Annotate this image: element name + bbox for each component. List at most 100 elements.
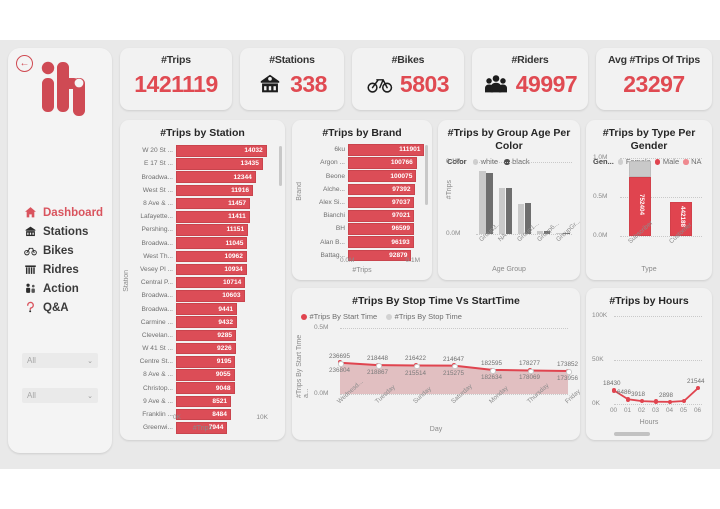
- bar-row[interactable]: West St ... 11916: [131, 184, 274, 197]
- bar-row[interactable]: Broadwa... 12344: [131, 171, 274, 183]
- kpi-card-trips[interactable]: #Trips 1421119: [120, 48, 232, 110]
- bar[interactable]: 9055: [176, 369, 235, 381]
- data-point[interactable]: [625, 396, 631, 402]
- bar[interactable]: 13435: [176, 158, 263, 170]
- sidebar-item-action[interactable]: Action: [8, 279, 112, 298]
- horizontal-scrollbar[interactable]: [614, 432, 650, 436]
- bar[interactable]: 97021: [348, 209, 415, 222]
- data-point[interactable]: [414, 363, 420, 370]
- bar[interactable]: [505, 188, 512, 234]
- bar[interactable]: 8521: [176, 395, 232, 408]
- vertical-scrollbar[interactable]: [278, 146, 282, 186]
- bar-row[interactable]: E 17 St ... 13435: [131, 158, 274, 170]
- bar[interactable]: [498, 188, 505, 234]
- bar[interactable]: 9441: [176, 303, 238, 315]
- bar-row[interactable]: Carmine ... 9432: [131, 316, 274, 329]
- bar-segment[interactable]: [629, 160, 651, 178]
- sidebar-item-ridres[interactable]: Ridres: [8, 260, 112, 279]
- legend-item-stop-time[interactable]: #Trips By Stop Time: [386, 312, 462, 321]
- bar-row[interactable]: Broadwa... 9441: [131, 303, 274, 315]
- gridline: [476, 162, 572, 163]
- bar-row[interactable]: W 41 St ... 9226: [131, 342, 274, 355]
- bar-row[interactable]: Christop... 9048: [131, 382, 274, 394]
- bar-row[interactable]: 8 Ave & ... 11457: [131, 197, 274, 210]
- slicer-1[interactable]: All ⌄: [22, 353, 98, 368]
- chart-trips-by-hours[interactable]: #Trips by Hours 0K 50K 100K 18430 6486 3918 28…: [586, 288, 712, 440]
- bar[interactable]: 11045: [176, 237, 248, 249]
- bar-row[interactable]: Bianchi 97021: [303, 209, 423, 222]
- x-tick-label: 00: [610, 407, 618, 414]
- bar-row[interactable]: West Th... 10962: [131, 250, 274, 263]
- bar-row[interactable]: Alex Si... 97037: [303, 196, 423, 209]
- bar-row[interactable]: Centre St... 9195: [131, 356, 274, 368]
- bar-row[interactable]: 8 Ave & ... 9055: [131, 369, 274, 381]
- bar-row[interactable]: Pershing... 11151: [131, 224, 274, 236]
- kpi-card-riders[interactable]: #Riders 49997: [472, 48, 588, 110]
- sidebar-item-dashboard[interactable]: Dashboard: [8, 203, 112, 222]
- bar-row[interactable]: BH 96599: [303, 223, 423, 235]
- bar[interactable]: 11151: [176, 224, 249, 236]
- bar-row[interactable]: Alche... 97392: [303, 183, 423, 196]
- bar-row[interactable]: Alan B... 96193: [303, 236, 423, 248]
- bar[interactable]: 14032: [176, 145, 267, 157]
- back-button[interactable]: ←: [16, 55, 33, 72]
- chart-trips-by-type-per-gender[interactable]: #Trips by Type Per Gender Gen... Female …: [586, 120, 712, 280]
- bar[interactable]: [517, 203, 525, 234]
- chart-trips-by-brand[interactable]: #Trips by Brand Brand 6ku 111901 Argon ...…: [292, 120, 432, 280]
- sidebar-item-stations[interactable]: Stations: [8, 222, 112, 241]
- bar-row[interactable]: Lafayette... 11411: [131, 210, 274, 223]
- bar[interactable]: 96599: [348, 223, 414, 235]
- bar-row[interactable]: Central P... 10714: [131, 276, 274, 289]
- bar[interactable]: 11411: [176, 210, 250, 223]
- kpi-card-bikes[interactable]: #Bikes 5803: [352, 48, 464, 110]
- bar[interactable]: 9285: [176, 329, 237, 342]
- slicer-2[interactable]: All ⌄: [22, 388, 98, 403]
- bar[interactable]: 100766: [348, 157, 417, 169]
- bar[interactable]: 9048: [176, 382, 235, 394]
- bar[interactable]: 97037: [348, 196, 415, 209]
- kpi-card-stations[interactable]: #Stations 338: [240, 48, 344, 110]
- legend-item-start-time[interactable]: #Trips By Start Time: [301, 312, 377, 321]
- bar-row[interactable]: Clevelan... 9285: [131, 329, 274, 342]
- bar-row[interactable]: Broadwa... 10603: [131, 290, 274, 302]
- bar[interactable]: 10934: [176, 263, 247, 276]
- bar-row[interactable]: W 20 St ... 14032: [131, 145, 274, 157]
- vertical-scrollbar[interactable]: [424, 145, 428, 205]
- bar[interactable]: 11457: [176, 197, 251, 210]
- data-point[interactable]: [490, 368, 496, 374]
- chart-trips-by-group-age[interactable]: #Trips by Group Age Per Color Color whit…: [438, 120, 582, 280]
- data-point[interactable]: [528, 368, 534, 375]
- bar-row[interactable]: Broadwa... 11045: [131, 237, 274, 249]
- bar[interactable]: 111901: [348, 144, 425, 156]
- bar[interactable]: 10962: [176, 250, 247, 263]
- sidebar-item-bikes[interactable]: Bikes: [8, 241, 112, 260]
- bar[interactable]: 12344: [176, 171, 256, 183]
- chart-trips-by-station[interactable]: #Trips by Station Station W 20 St ... 140…: [120, 120, 285, 440]
- bar[interactable]: 9226: [176, 342, 236, 355]
- bar-row[interactable]: Vesey Pl ... 10934: [131, 263, 274, 276]
- sidebar-item-qa[interactable]: Q&A: [8, 298, 112, 317]
- bar-row[interactable]: Beone 100075: [303, 170, 423, 182]
- data-point[interactable]: [376, 363, 382, 369]
- bar[interactable]: 10603: [176, 290, 245, 302]
- data-point[interactable]: [338, 360, 344, 367]
- bar-row[interactable]: Argon ... 100766: [303, 157, 423, 169]
- bar[interactable]: 10714: [176, 276, 246, 289]
- kpi-card-avg-trips[interactable]: Avg #Trips Of Trips 23297: [596, 48, 712, 110]
- chart-stop-vs-start-time[interactable]: #Trips By Stop Time Vs StartTime #Trips …: [292, 288, 582, 440]
- bar[interactable]: [479, 171, 486, 234]
- bar[interactable]: 9432: [176, 316, 237, 329]
- bar[interactable]: 11916: [176, 184, 254, 197]
- data-point[interactable]: [695, 385, 701, 391]
- bar-row[interactable]: 6ku 111901: [303, 144, 425, 156]
- legend-label: #Trips By Start Time: [309, 312, 378, 322]
- bar-row[interactable]: 9 Ave & ... 8521: [131, 395, 274, 408]
- bar[interactable]: 97392: [348, 183, 415, 196]
- bar[interactable]: 96193: [348, 236, 414, 248]
- bar-category-label: Carmine ...: [140, 318, 173, 326]
- bar[interactable]: 9195: [176, 356, 236, 368]
- data-point[interactable]: [611, 388, 617, 393]
- bar[interactable]: 100075: [348, 170, 417, 182]
- sidebar-item-label: Q&A: [43, 301, 69, 314]
- data-point[interactable]: [566, 369, 572, 375]
